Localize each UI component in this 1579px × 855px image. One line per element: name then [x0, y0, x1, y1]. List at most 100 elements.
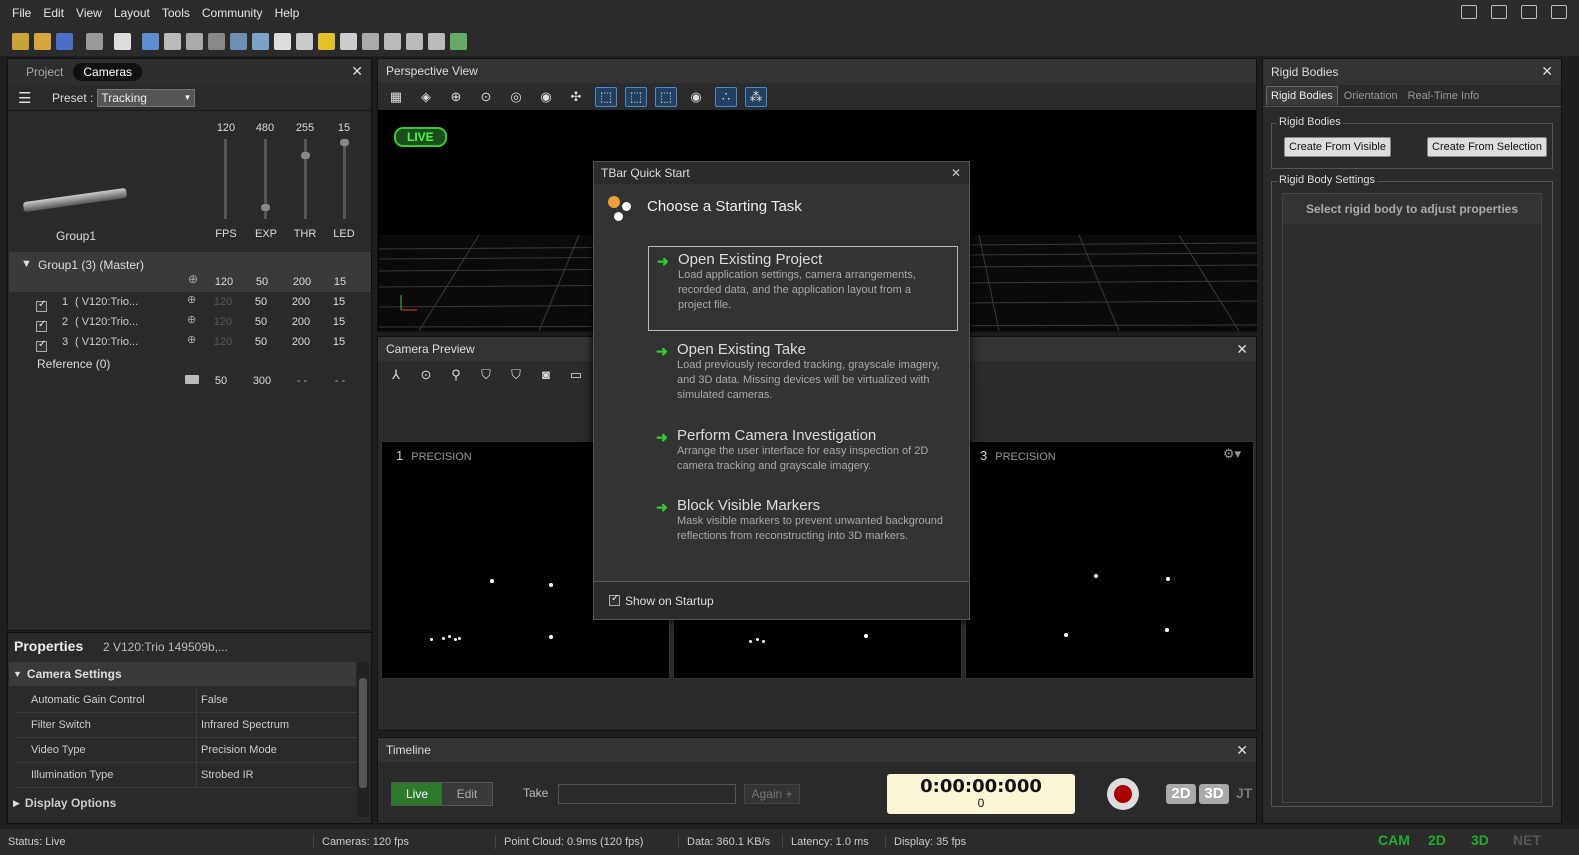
- menu-help[interactable]: Help: [269, 0, 306, 26]
- led-slider[interactable]: [340, 139, 349, 219]
- camera-icon[interactable]: [164, 32, 181, 50]
- reference-label[interactable]: Reference (0): [37, 357, 110, 371]
- select-icon[interactable]: ⬚: [595, 86, 617, 107]
- close-icon[interactable]: ✕: [351, 63, 363, 80]
- tab-cameras[interactable]: Cameras: [73, 63, 143, 81]
- display-icon[interactable]: [142, 32, 159, 50]
- device-icon[interactable]: [208, 32, 225, 50]
- gear-icon[interactable]: ⚙▾: [1223, 446, 1241, 462]
- property-row[interactable]: Video Type Precision Mode: [16, 737, 361, 763]
- crosshair-icon[interactable]: ⊕: [187, 313, 196, 326]
- save-icon[interactable]: [56, 32, 73, 50]
- markers-icon[interactable]: ∴: [715, 86, 737, 107]
- eye-icon[interactable]: ◉: [685, 87, 707, 107]
- close-icon[interactable]: ✕: [1541, 63, 1553, 80]
- collapse-icon[interactable]: ▼: [21, 258, 32, 270]
- select-marker-icon[interactable]: ⬚: [655, 86, 677, 107]
- edit-icon[interactable]: [1551, 5, 1567, 19]
- zoom-fit-icon[interactable]: ⊕: [445, 87, 467, 107]
- live-mode-button[interactable]: Live: [392, 783, 442, 805]
- task-open-project[interactable]: ➜ Open Existing Project Load application…: [648, 246, 958, 331]
- camera-icon[interactable]: ◉: [535, 87, 557, 107]
- video-icon[interactable]: [186, 32, 203, 50]
- take-input[interactable]: [558, 784, 736, 804]
- tab-real-time-info[interactable]: Real-Time Info: [1404, 87, 1484, 105]
- tab-rigid-bodies[interactable]: Rigid Bodies: [1266, 86, 1338, 105]
- create-from-selection-button[interactable]: Create From Selection: [1427, 137, 1548, 157]
- task-block-markers[interactable]: ➜ Block Visible Markers Mask visible mar…: [648, 493, 958, 548]
- tab-project[interactable]: Project: [16, 63, 73, 81]
- zoom-icon[interactable]: ⚲: [445, 365, 467, 385]
- grid-icon[interactable]: ▦: [385, 87, 407, 107]
- layout-icon[interactable]: [1461, 5, 1477, 19]
- monitor-icon[interactable]: [1491, 5, 1507, 19]
- task-open-take[interactable]: ➜ Open Existing Take Load previously rec…: [648, 337, 958, 407]
- exp-slider[interactable]: [261, 139, 270, 219]
- zoom-region-icon[interactable]: ⊙: [475, 87, 497, 107]
- crosshair-icon[interactable]: ⊕: [188, 272, 198, 286]
- settings-icon[interactable]: [1521, 5, 1537, 19]
- close-icon[interactable]: ✕: [1236, 742, 1248, 759]
- layout-c-icon[interactable]: [428, 32, 445, 50]
- menu-file[interactable]: File: [6, 0, 37, 26]
- edit-mode-button[interactable]: Edit: [442, 783, 492, 805]
- task-camera-investigation[interactable]: ➜ Perform Camera Investigation Arrange t…: [648, 423, 958, 478]
- wand-icon[interactable]: [296, 32, 313, 50]
- display-options-section[interactable]: ▶ Display Options: [9, 791, 356, 815]
- warning-icon[interactable]: [318, 32, 335, 50]
- property-row[interactable]: Illumination Type Strobed IR: [16, 762, 361, 788]
- fps-slider[interactable]: [224, 139, 227, 219]
- axis-icon[interactable]: ⅄: [385, 365, 407, 385]
- camera-checkbox[interactable]: [36, 299, 47, 312]
- menu-edit[interactable]: Edit: [37, 0, 70, 26]
- camera-icon[interactable]: ◙: [535, 365, 557, 385]
- open-folder-icon[interactable]: [34, 32, 51, 50]
- menu-layout[interactable]: Layout: [108, 0, 156, 26]
- window-icon[interactable]: [114, 32, 131, 50]
- camera-checkbox[interactable]: [36, 339, 47, 352]
- preset-select[interactable]: Tracking ▼: [97, 88, 196, 107]
- crosshair-icon[interactable]: ⊕: [187, 293, 196, 306]
- cube-icon[interactable]: ◈: [415, 87, 437, 107]
- menu-community[interactable]: Community: [196, 0, 269, 26]
- camera-row[interactable]: 1 ( V120:Trio... ⊕ 120 50 200 15: [8, 292, 370, 312]
- close-icon[interactable]: ✕: [1236, 341, 1248, 358]
- group-row[interactable]: ▼ Group1 (3) (Master) ⊕ 120 50 200 15: [9, 252, 371, 292]
- zoom-fit-icon[interactable]: ⊙: [415, 365, 437, 385]
- document-icon[interactable]: [274, 32, 291, 50]
- mask-icon[interactable]: ⛉: [475, 365, 497, 385]
- close-icon[interactable]: ✕: [951, 162, 961, 184]
- layout-d-icon[interactable]: [450, 32, 467, 50]
- rectangle-icon[interactable]: ▭: [565, 365, 587, 385]
- shield-icon[interactable]: ⛉: [505, 365, 527, 385]
- markers-alt-icon[interactable]: ⁂: [745, 86, 767, 107]
- property-row[interactable]: Automatic Gain Control False: [16, 687, 361, 713]
- select-camera-icon[interactable]: ⬚: [625, 86, 647, 107]
- tools-icon[interactable]: [86, 32, 103, 50]
- camera-checkbox[interactable]: [36, 319, 47, 332]
- layout-a-icon[interactable]: [384, 32, 401, 50]
- new-project-icon[interactable]: [12, 32, 29, 50]
- zoom-all-icon[interactable]: ◎: [505, 87, 527, 107]
- layout-b-icon[interactable]: [406, 32, 423, 50]
- 2d-button[interactable]: 2D: [1166, 784, 1196, 804]
- nodes-icon[interactable]: ✣: [565, 87, 587, 107]
- property-row[interactable]: Filter Switch Infrared Spectrum: [16, 712, 361, 738]
- camera-row[interactable]: 2 ( V120:Trio... ⊕ 120 50 200 15: [8, 312, 370, 332]
- crosshair-icon[interactable]: ⊕: [187, 333, 196, 346]
- thr-slider[interactable]: [301, 139, 310, 219]
- menu-view[interactable]: View: [70, 0, 108, 26]
- camera-feed-3[interactable]: 3 PRECISION ⚙▾: [965, 441, 1254, 679]
- camera-settings-section[interactable]: ▼ Camera Settings: [9, 662, 356, 686]
- network-icon[interactable]: [230, 32, 247, 50]
- create-from-visible-button[interactable]: Create From Visible: [1284, 137, 1391, 157]
- menu-tools[interactable]: Tools: [156, 0, 196, 26]
- 3d-button[interactable]: 3D: [1199, 784, 1229, 804]
- list-icon[interactable]: ☰: [18, 89, 48, 107]
- camera-row[interactable]: 3 ( V120:Trio... ⊕ 120 50 200 15: [8, 332, 370, 352]
- again-button[interactable]: Again +: [744, 784, 800, 804]
- show-on-startup-checkbox[interactable]: [609, 593, 620, 606]
- sync-icon[interactable]: [252, 32, 269, 50]
- jt-button[interactable]: JT: [1236, 785, 1252, 801]
- tab-orientation[interactable]: Orientation: [1340, 87, 1402, 105]
